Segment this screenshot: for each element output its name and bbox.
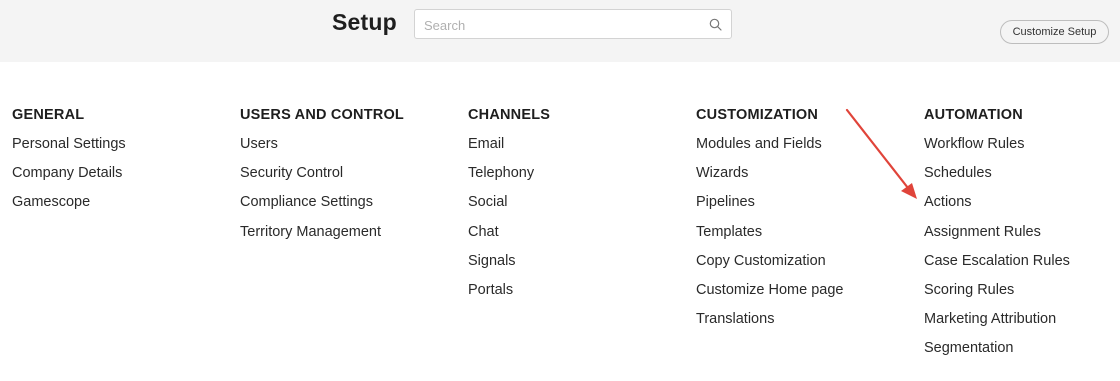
link-company-details[interactable]: Company Details xyxy=(12,164,232,193)
column-heading: AUTOMATION xyxy=(924,107,1023,123)
link-pipelines[interactable]: Pipelines xyxy=(696,193,916,222)
link-telephony[interactable]: Telephony xyxy=(468,164,688,193)
link-workflow-rules[interactable]: Workflow Rules xyxy=(924,135,1114,164)
column-customization: CUSTOMIZATION Modules and Fields Wizards… xyxy=(696,106,916,339)
link-segmentation[interactable]: Segmentation xyxy=(924,339,1114,368)
link-modules-and-fields[interactable]: Modules and Fields xyxy=(696,135,916,164)
link-schedules[interactable]: Schedules xyxy=(924,164,1114,193)
page-title: Setup xyxy=(332,9,397,35)
search-input[interactable] xyxy=(424,16,694,34)
link-translations[interactable]: Translations xyxy=(696,310,916,339)
link-personal-settings[interactable]: Personal Settings xyxy=(12,135,232,164)
link-customize-home-page[interactable]: Customize Home page xyxy=(696,281,916,310)
link-case-escalation-rules[interactable]: Case Escalation Rules xyxy=(924,252,1114,281)
link-scoring-rules[interactable]: Scoring Rules xyxy=(924,281,1114,310)
link-copy-customization[interactable]: Copy Customization xyxy=(696,252,916,281)
column-channels: CHANNELS Email Telephony Social Chat Sig… xyxy=(468,106,688,310)
column-general: GENERAL Personal Settings Company Detail… xyxy=(12,106,232,223)
link-compliance-settings[interactable]: Compliance Settings xyxy=(240,193,460,222)
link-territory-management[interactable]: Territory Management xyxy=(240,223,460,252)
link-users[interactable]: Users xyxy=(240,135,460,164)
link-chat[interactable]: Chat xyxy=(468,223,688,252)
link-portals[interactable]: Portals xyxy=(468,281,688,310)
search-icon[interactable] xyxy=(709,18,722,31)
link-templates[interactable]: Templates xyxy=(696,223,916,252)
link-social[interactable]: Social xyxy=(468,193,688,222)
column-heading: CUSTOMIZATION xyxy=(696,107,819,123)
link-actions[interactable]: Actions xyxy=(924,193,1114,222)
link-assignment-rules[interactable]: Assignment Rules xyxy=(924,223,1114,252)
link-gamescope[interactable]: Gamescope xyxy=(12,193,232,222)
search-box[interactable] xyxy=(414,9,732,39)
customize-setup-button[interactable]: Customize Setup xyxy=(1000,20,1109,44)
setup-header-bar: Setup Customize Setup xyxy=(0,0,1120,62)
column-heading: USERS AND CONTROL xyxy=(240,107,404,123)
column-users-and-control: USERS AND CONTROL Users Security Control… xyxy=(240,106,460,252)
link-marketing-attribution[interactable]: Marketing Attribution xyxy=(924,310,1114,339)
link-wizards[interactable]: Wizards xyxy=(696,164,916,193)
link-security-control[interactable]: Security Control xyxy=(240,164,460,193)
link-email[interactable]: Email xyxy=(468,135,688,164)
link-signals[interactable]: Signals xyxy=(468,252,688,281)
column-automation: AUTOMATION Workflow Rules Schedules Acti… xyxy=(924,106,1114,369)
column-heading: CHANNELS xyxy=(468,107,551,123)
column-heading: GENERAL xyxy=(12,107,85,123)
